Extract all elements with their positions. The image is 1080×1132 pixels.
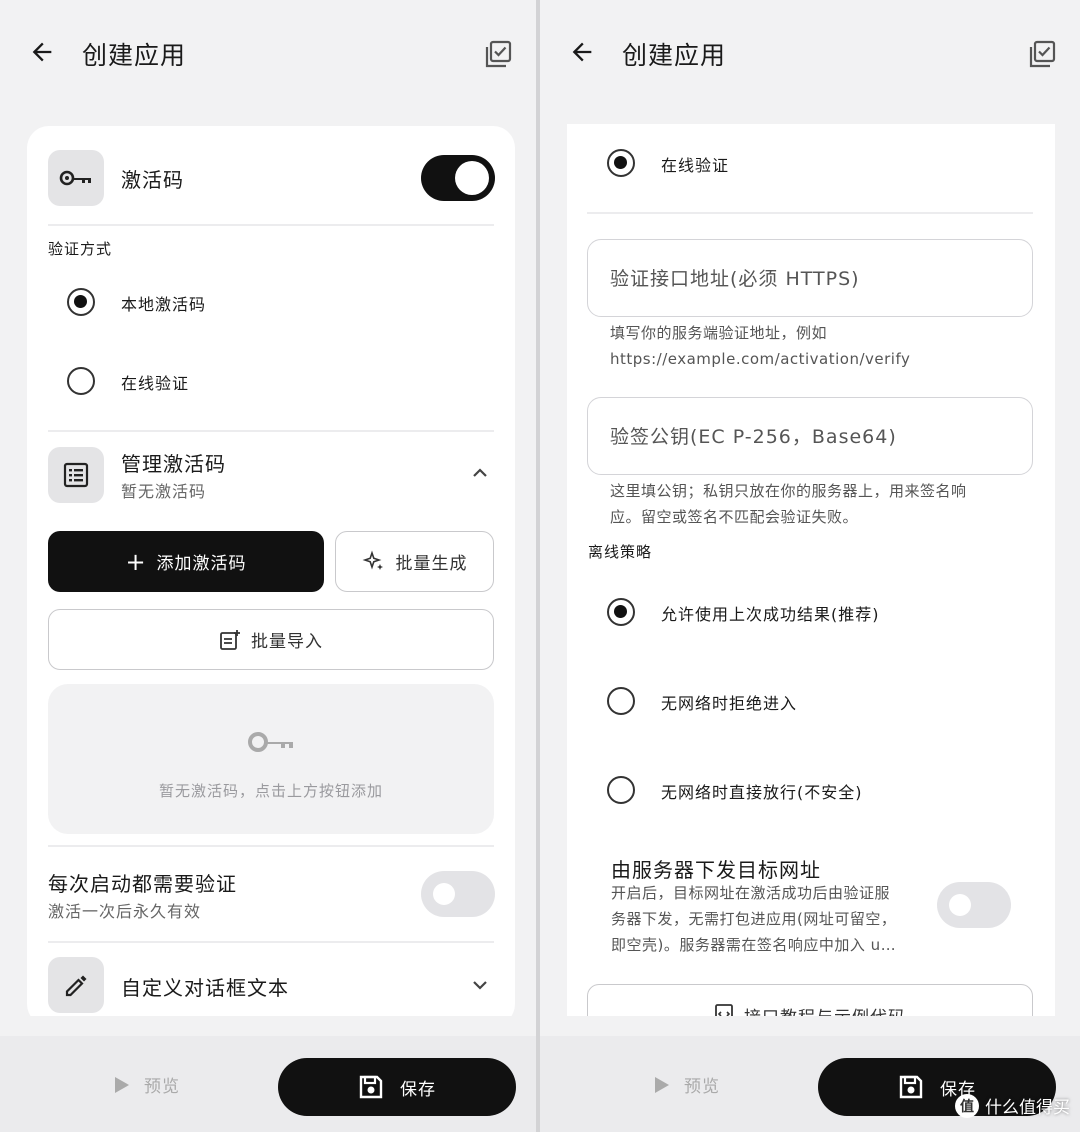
- page-title: 创建应用: [622, 41, 727, 70]
- server-url-desc: 开启后，目标网址在激活成功后由验证服 务器下发，无需打包进应用(网址可留空， 即…: [611, 880, 941, 958]
- endpoint-input[interactable]: 验证接口地址(必须 HTTPS): [587, 239, 1033, 317]
- preview-label: 预览: [684, 1077, 720, 1097]
- activation-card: 激活码 验证方式 本地激活码 在线验证 管理激活码 暂无激活码 + 添加激活码 …: [27, 126, 515, 1016]
- batch-import-button[interactable]: 批量导入: [48, 609, 494, 670]
- batch-import-label: 批量导入: [251, 632, 323, 652]
- radio-local-code[interactable]: [67, 288, 95, 316]
- radio-allow-last-result-label: 允许使用上次成功结果(推荐): [661, 605, 880, 624]
- pubkey-helper-line1: 这里填公钥；私钥只放在你的服务器上，用来签名响: [610, 482, 967, 500]
- endpoint-helper-line2: https://example.com/activation/verify: [610, 350, 911, 368]
- app-bar: 创建应用: [0, 0, 536, 100]
- pubkey-helper: 这里填公钥；私钥只放在你的服务器上，用来签名响 应。留空或签名不匹配会验证失败。: [610, 478, 1030, 530]
- tutorial-button[interactable]: 接口教程与示例代码: [587, 984, 1033, 1016]
- radio-online-verify[interactable]: [67, 367, 95, 395]
- manage-subtitle: 暂无激活码: [121, 482, 207, 501]
- verify-each-launch-title: 每次启动都需要验证: [48, 872, 237, 896]
- chevron-down-icon[interactable]: [471, 978, 489, 992]
- pubkey-input[interactable]: 验签公钥(EC P-256，Base64): [587, 397, 1033, 475]
- watermark: 值 什么值得买: [955, 1093, 1070, 1118]
- server-url-title: 由服务器下发目标网址: [611, 858, 821, 882]
- watermark-badge: 值: [955, 1093, 979, 1118]
- form-scroll[interactable]: 在线验证 验证接口地址(必须 HTTPS) 填写你的服务端验证地址，例如 htt…: [540, 100, 1080, 1016]
- radio-online-verify-label: 在线验证: [121, 374, 190, 393]
- save-button[interactable]: 保存: [278, 1058, 516, 1116]
- preview-button[interactable]: 预览: [114, 1072, 180, 1097]
- tutorial-label: 接口教程与示例代码: [744, 1003, 906, 1016]
- radio-deny-offline[interactable]: [607, 687, 635, 715]
- radio-deny-offline-label: 无网络时拒绝进入: [661, 694, 798, 713]
- key-icon: [248, 732, 293, 752]
- radio-local-code-label: 本地激活码: [121, 295, 207, 314]
- offline-policy-label: 离线策略: [588, 543, 653, 561]
- right-screen: 创建应用 在线验证 验证接口地址(必须 HTTPS) 填写你的服务端验证地址，例…: [540, 0, 1080, 1132]
- divider: [48, 845, 494, 847]
- online-verify-card: 在线验证 验证接口地址(必须 HTTPS) 填写你的服务端验证地址，例如 htt…: [567, 124, 1055, 1016]
- activation-title: 激活码: [121, 168, 184, 192]
- play-icon: [115, 1076, 129, 1093]
- radio-online-verify[interactable]: [607, 149, 635, 177]
- back-arrow-icon[interactable]: [568, 38, 596, 66]
- endpoint-helper: 填写你的服务端验证地址，例如 https://example.com/activ…: [610, 320, 1030, 372]
- bottom-bar: 预览 保存: [0, 1036, 536, 1132]
- batch-generate-button[interactable]: 批量生成: [335, 531, 494, 592]
- back-arrow-icon[interactable]: [28, 38, 56, 66]
- empty-state: 暂无激活码，点击上方按钮添加: [48, 684, 494, 834]
- preview-label: 预览: [144, 1077, 180, 1097]
- radio-allow-last-result[interactable]: [607, 598, 635, 626]
- server-url-desc-line2: 务器下发，无需打包进应用(网址可留空，: [611, 910, 897, 928]
- divider: [48, 224, 494, 226]
- pencil-icon: [65, 975, 87, 997]
- custom-dialog-title: 自定义对话框文本: [121, 976, 289, 1000]
- watermark-text: 什么值得买: [985, 1098, 1070, 1118]
- manage-title: 管理激活码: [121, 452, 226, 476]
- server-url-switch[interactable]: [937, 882, 1011, 928]
- code-doc-icon: [715, 1004, 733, 1016]
- switch-knob: [455, 161, 489, 195]
- list-icon: [63, 462, 89, 488]
- add-code-label: 添加激活码: [156, 554, 247, 574]
- app-bar: 创建应用: [540, 0, 1080, 100]
- switch-knob: [433, 883, 455, 905]
- form-scroll[interactable]: 激活码 验证方式 本地激活码 在线验证 管理激活码 暂无激活码 + 添加激活码 …: [0, 100, 536, 1016]
- preview-button[interactable]: 预览: [654, 1072, 720, 1097]
- divider: [48, 430, 494, 432]
- server-url-desc-line3: 即空壳)。服务器需在签名响应中加入 u…: [611, 936, 897, 954]
- checklist-save-icon[interactable]: [1026, 38, 1058, 70]
- plus-icon: +: [125, 547, 147, 576]
- add-code-button[interactable]: + 添加激活码: [48, 531, 324, 592]
- sparkle-icon: [362, 550, 383, 570]
- key-icon-tile: [48, 150, 104, 206]
- play-icon: [655, 1076, 669, 1093]
- endpoint-helper-line1: 填写你的服务端验证地址，例如: [610, 324, 828, 342]
- verify-each-launch-switch[interactable]: [421, 871, 495, 917]
- verify-method-label: 验证方式: [48, 240, 113, 258]
- verify-each-launch-subtitle: 激活一次后永久有效: [48, 902, 202, 921]
- left-screen: 创建应用 激活码 验证方式 本地激活码 在线验证 管理激活码 暂无激活码 + 添…: [0, 0, 536, 1132]
- activation-switch[interactable]: [421, 155, 495, 201]
- chevron-up-icon[interactable]: [471, 466, 489, 480]
- key-icon: [59, 170, 91, 186]
- endpoint-placeholder: 验证接口地址(必须 HTTPS): [610, 268, 860, 290]
- note-add-icon: [220, 629, 240, 650]
- pubkey-placeholder: 验签公钥(EC P-256，Base64): [610, 426, 897, 448]
- radio-allow-offline[interactable]: [607, 776, 635, 804]
- empty-state-text: 暂无激活码，点击上方按钮添加: [158, 782, 383, 800]
- checklist-save-icon[interactable]: [482, 38, 514, 70]
- batch-generate-label: 批量生成: [395, 554, 468, 574]
- server-url-desc-line1: 开启后，目标网址在激活成功后由验证服: [611, 884, 891, 902]
- floppy-save-icon: [899, 1075, 923, 1099]
- page-title: 创建应用: [82, 41, 187, 70]
- floppy-save-icon: [359, 1075, 383, 1099]
- pubkey-helper-line2: 应。留空或签名不匹配会验证失败。: [610, 508, 859, 526]
- divider: [48, 941, 494, 943]
- list-icon-tile: [48, 447, 104, 503]
- radio-allow-offline-label: 无网络时直接放行(不安全): [661, 783, 863, 802]
- divider: [587, 212, 1033, 214]
- save-label: 保存: [400, 1079, 436, 1100]
- switch-knob: [949, 894, 971, 916]
- radio-online-verify-label: 在线验证: [661, 156, 730, 175]
- pencil-icon-tile: [48, 957, 104, 1013]
